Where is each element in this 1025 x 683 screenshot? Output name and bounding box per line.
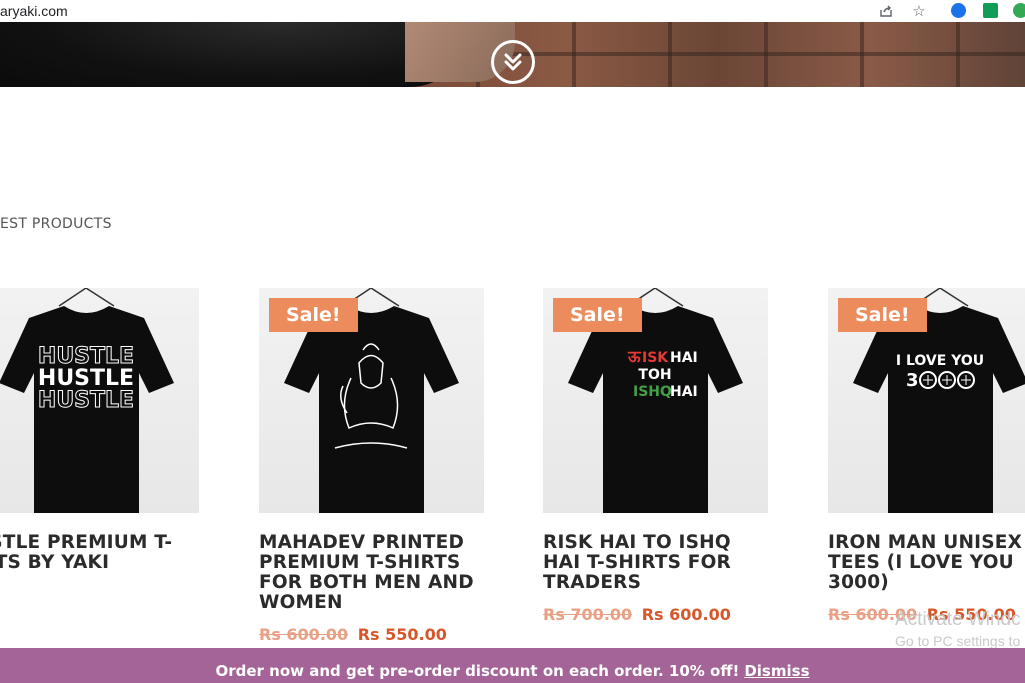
price-new: Rs 550.00 — [357, 625, 447, 644]
product-card[interactable]: Sale! MAHADEV PRINTED PREMIUM T-SHIRTS F… — [259, 288, 484, 644]
sale-badge: Sale! — [269, 298, 358, 332]
share-icon[interactable] — [877, 2, 895, 20]
windows-activation-watermark: Activate Windc — [895, 609, 1021, 630]
product-price: Rs 600.00 Rs 550.00 — [259, 625, 484, 644]
bookmark-star-icon[interactable]: ☆ — [910, 2, 928, 20]
product-card[interactable]: ऊ ISK HAI TOH ISHQ HAI Sale! RISK HAI TO… — [543, 288, 768, 624]
section-title: EST PRODUCTS — [0, 216, 112, 232]
extension-plus-icon[interactable] — [983, 3, 998, 18]
shirt-print-line: I LOVE YOU — [896, 353, 984, 369]
windows-activation-watermark-sub: Go to PC settings to — [895, 633, 1021, 649]
shirt-print-line: HAI — [670, 384, 698, 400]
product-title[interactable]: RISK HAI TO ISHQ HAI T-SHIRTS FOR TRADER… — [543, 533, 768, 593]
store-notice-text: Order now and get pre-order discount on … — [215, 661, 740, 680]
shirt-print-line: HAI — [670, 350, 698, 366]
product-title[interactable]: USTLE PREMIUM T-IRTS BY YAKI — [0, 533, 199, 573]
price-old: Rs 700.00 — [543, 605, 633, 624]
product-title[interactable]: MAHADEV PRINTED PREMIUM T-SHIRTS FOR BOT… — [259, 533, 484, 613]
browser-toolbar: aryaki.com ☆ — [0, 0, 1025, 22]
product-image[interactable]: Sale! — [259, 288, 484, 513]
product-price: Rs 700.00 Rs 600.00 — [543, 605, 768, 624]
shirt-print-line: ऊ — [627, 347, 642, 366]
sale-badge: Sale! — [553, 298, 642, 332]
shirt-print-line: 3 — [906, 370, 919, 391]
price-old: Rs 600.00 — [259, 625, 349, 644]
shirt-print-line: ISHQ — [633, 384, 672, 400]
product-card[interactable]: I LOVE YOU 3 Sale! IRON MAN UNISEX TEES … — [828, 288, 1025, 624]
shirt-print-line: HUSTLE — [38, 388, 134, 413]
shirt-print-line: ISK — [642, 350, 669, 366]
shirt-print-line: TOH — [638, 367, 671, 383]
product-title[interactable]: IRON MAN UNISEX TEES (I LOVE YOU 3000) — [828, 533, 1025, 593]
extension-grammarly-icon[interactable] — [1013, 3, 1025, 18]
double-chevron-down-icon[interactable] — [491, 40, 535, 84]
address-bar-url[interactable]: aryaki.com — [0, 3, 68, 19]
extension-icon[interactable] — [951, 3, 966, 18]
product-image[interactable]: ऊ ISK HAI TOH ISHQ HAI Sale! — [543, 288, 768, 513]
product-image[interactable]: I LOVE YOU 3 Sale! — [828, 288, 1025, 513]
store-notice-bar: Order now and get pre-order discount on … — [0, 648, 1025, 683]
product-card[interactable]: HUSTLE HUSTLE HUSTLE USTLE PREMIUM T-IRT… — [0, 288, 199, 573]
product-image[interactable]: HUSTLE HUSTLE HUSTLE — [0, 288, 199, 513]
hero-banner — [0, 22, 1025, 87]
price-new: Rs 600.00 — [641, 605, 731, 624]
dismiss-link[interactable]: Dismiss — [744, 662, 809, 680]
sale-badge: Sale! — [838, 298, 927, 332]
